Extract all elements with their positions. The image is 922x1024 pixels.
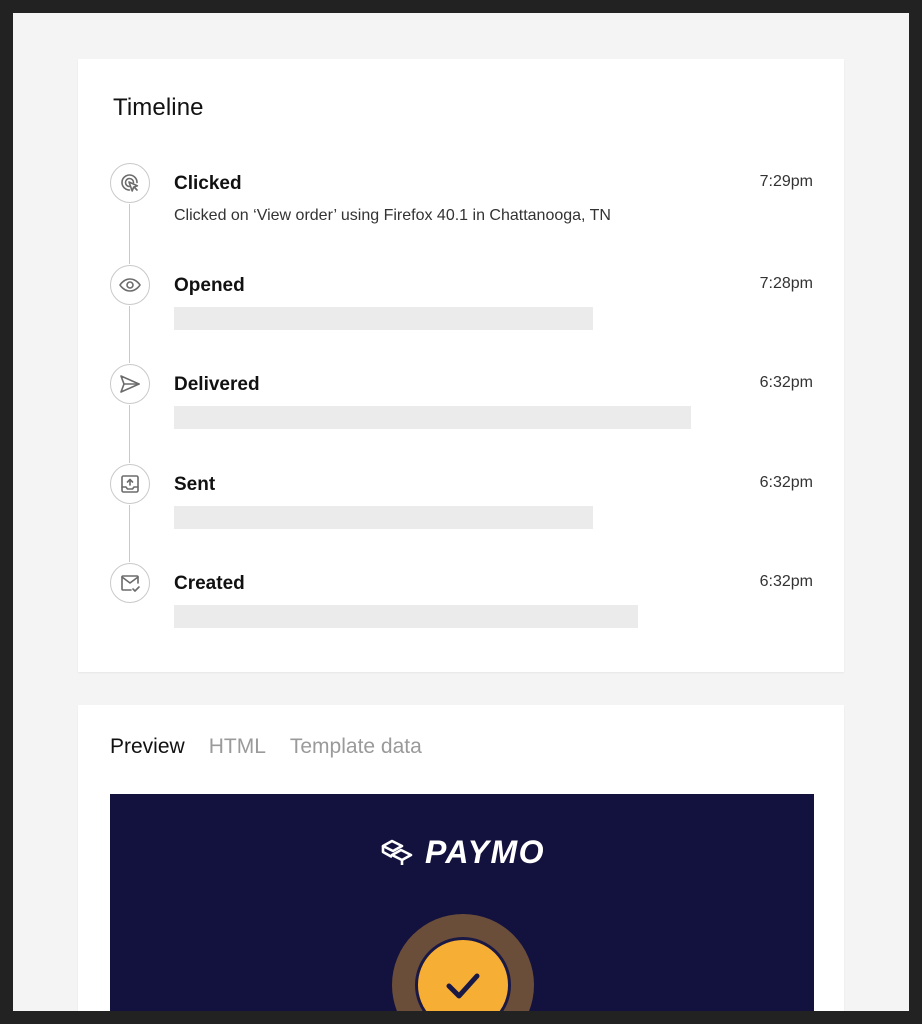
eye-icon (110, 265, 150, 305)
timeline-events: Clicked 7:29pm Clicked on ‘View order’ u… (78, 59, 844, 672)
event-description-placeholder (174, 406, 691, 429)
tab-html[interactable]: HTML (209, 735, 266, 759)
brand-name: PAYMO (424, 834, 546, 870)
preview-card: Preview HTML Template data PAYMO (78, 705, 844, 1011)
timeline-event-sent[interactable]: Sent 6:32pm (78, 464, 844, 534)
event-description-placeholder (174, 506, 593, 529)
status-ring (392, 914, 534, 1011)
email-preview: PAYMO (110, 794, 814, 1011)
event-time: 6:32pm (759, 573, 813, 590)
event-time: 6:32pm (759, 474, 813, 491)
cursor-click-icon (110, 163, 150, 203)
event-description: Clicked on ‘View order’ using Firefox 40… (174, 207, 611, 224)
event-time: 7:28pm (759, 275, 813, 292)
timeline-card: Timeline Clicked 7:29pm Clicked on ‘View… (78, 59, 844, 672)
page-viewport: Timeline Clicked 7:29pm Clicked on ‘View… (13, 13, 909, 1011)
event-description-placeholder (174, 605, 638, 628)
event-name: Delivered (174, 374, 260, 395)
timeline-event-clicked[interactable]: Clicked 7:29pm Clicked on ‘View order’ u… (78, 163, 844, 233)
outbox-upload-icon (110, 464, 150, 504)
event-name: Sent (174, 474, 216, 495)
event-description-placeholder (174, 307, 593, 330)
event-name: Clicked (174, 173, 242, 194)
mail-check-icon (110, 563, 150, 603)
paper-plane-icon (110, 364, 150, 404)
preview-tabs: Preview HTML Template data (110, 735, 422, 759)
brand-logo: PAYMO (110, 834, 814, 871)
paymo-logo-icon (381, 839, 413, 865)
tab-template-data[interactable]: Template data (290, 735, 422, 759)
event-name: Opened (174, 275, 245, 296)
checkmark-icon (415, 937, 511, 1011)
timeline-event-created[interactable]: Created 6:32pm (78, 563, 844, 633)
timeline-event-delivered[interactable]: Delivered 6:32pm (78, 364, 844, 434)
event-name: Created (174, 573, 245, 594)
event-time: 7:29pm (759, 173, 813, 190)
event-time: 6:32pm (759, 374, 813, 391)
tab-preview[interactable]: Preview (110, 735, 185, 759)
timeline-event-opened[interactable]: Opened 7:28pm (78, 265, 844, 335)
